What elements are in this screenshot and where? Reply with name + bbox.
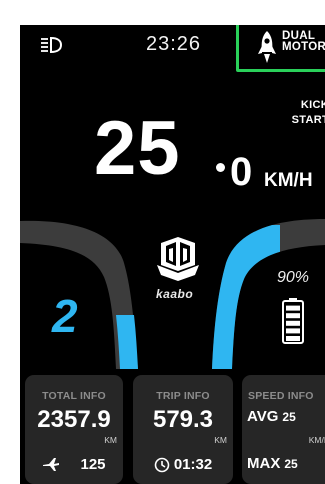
trip-distance: 579.3 (152, 406, 214, 433)
speed-unit: KM/H (264, 170, 313, 191)
max-value: 25 (284, 457, 298, 471)
total-foot-value: 125 (80, 456, 106, 473)
speed-info-title: SPEED INFO (248, 390, 314, 402)
avg-value: 25 (282, 410, 296, 424)
speed-info-unit: KM/H (308, 435, 325, 445)
gear-level: 2 (52, 290, 78, 342)
total-info-foot: 125 (25, 456, 123, 473)
total-info-title: TOTAL INFO (42, 390, 106, 402)
rocket-icon (258, 31, 276, 63)
battery-percent: 90% (277, 269, 310, 286)
battery-bar (286, 328, 300, 334)
speed-decimal-point (216, 163, 225, 172)
speed-integer: 25 (94, 106, 181, 191)
kick-line-2: START (291, 114, 325, 126)
speed-decimal: 0 (230, 150, 253, 194)
avg-label: AVG (247, 408, 279, 425)
trip-info-panel[interactable]: TRIP INFO 579.3 KM 01:32 (133, 375, 233, 484)
airplane-icon (43, 458, 60, 471)
dashboard-screen: 23:26 DUAL MOTOR KICK START 25 0 KM/H 2 (20, 25, 325, 484)
motor-mode-label: DUAL MOTOR (282, 30, 325, 53)
kick-line-1: KICK (300, 99, 325, 111)
clock-icon (154, 457, 170, 472)
battery-bar (286, 305, 300, 311)
brand-name: kaabo (156, 287, 194, 301)
kick-start-indicator: KICK START (292, 98, 325, 128)
max-speed-row: MAX 25 (247, 455, 298, 473)
avg-speed-row: AVG 25 (247, 408, 296, 426)
trip-time: 01:32 (173, 456, 213, 473)
trip-distance-unit: KM (214, 435, 227, 445)
battery-bar (286, 320, 300, 326)
max-label: MAX (247, 455, 281, 472)
mode-line-2: MOTOR (282, 41, 325, 53)
speed-info-panel[interactable]: SPEED INFO AVG25 KM/H MAX25 (242, 375, 325, 484)
trip-info-title: TRIP INFO (156, 390, 210, 402)
trip-info-foot: 01:32 (133, 456, 233, 473)
kaabo-logo-icon (157, 237, 199, 281)
total-distance: 2357.9 (37, 406, 111, 433)
total-distance-unit: KM (104, 435, 117, 445)
total-info-panel[interactable]: TOTAL INFO 2357.9 KM 125 (25, 375, 123, 484)
battery-icon (282, 298, 304, 344)
battery-bar (286, 336, 300, 341)
battery-bar (286, 313, 300, 319)
